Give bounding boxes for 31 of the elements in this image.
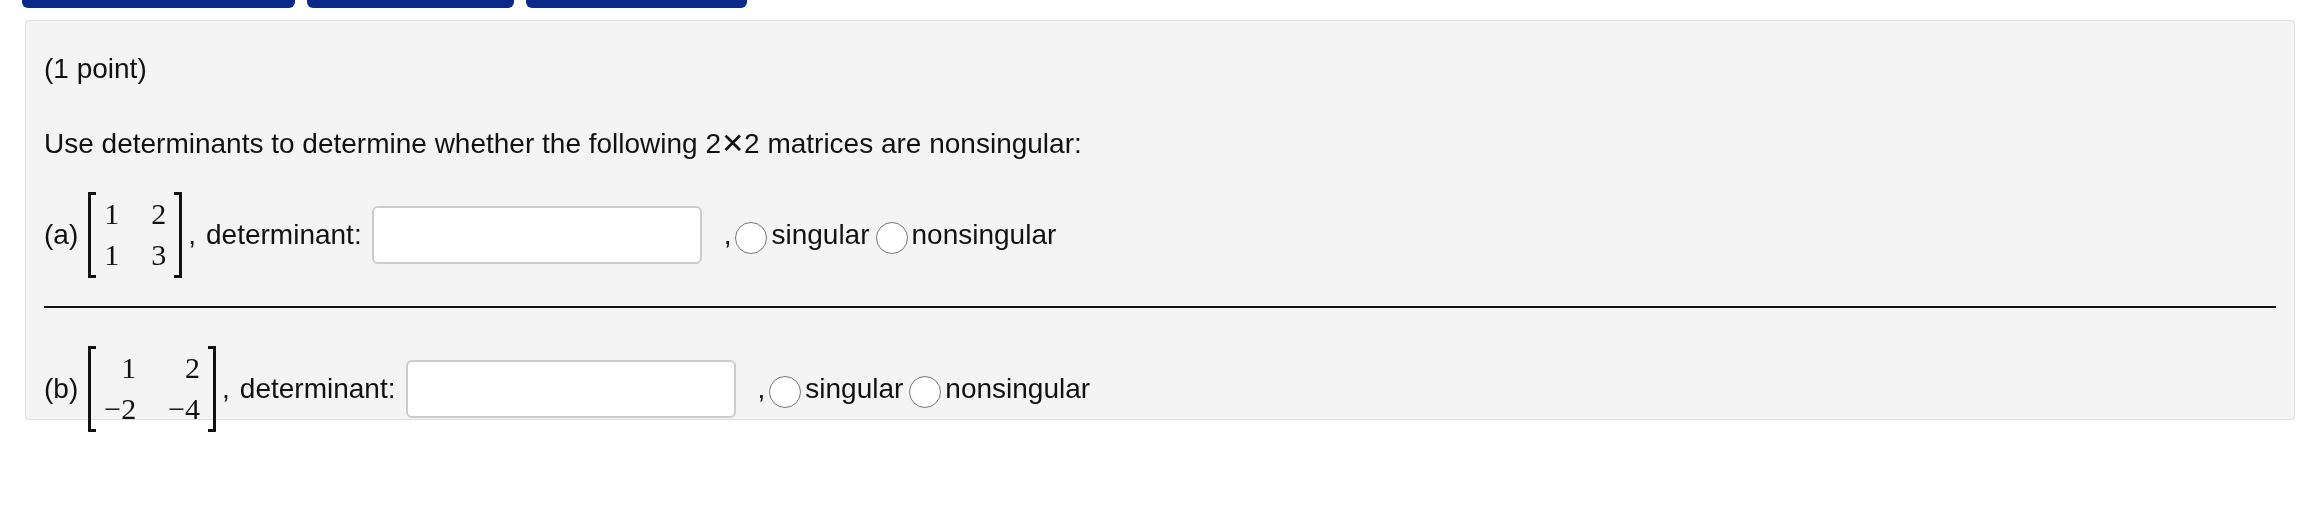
question-text: Use determinants to determine whether the following 2✕2 matrices are nonsingular: [44,127,1083,160]
part-label: (a) [44,219,79,251]
part-label: (b) [44,373,79,405]
determinant-label: determinant: [239,373,396,405]
radio-button[interactable] [769,376,802,408]
radio-button[interactable] [735,222,768,254]
comma: , [723,219,732,251]
option-label: nonsingular [911,219,1057,251]
matrix-entry: 1 [104,196,120,232]
determinant-field[interactable] [405,360,736,418]
matrix-entry: 1 [104,237,120,273]
matrix-entry: 3 [151,237,167,273]
comma: , [757,373,766,405]
radio-button[interactable] [909,376,942,408]
matrix-entry: −4 [168,391,201,427]
matrix-entry: 1 [120,350,137,386]
determinant-field[interactable] [371,206,702,264]
nav-button[interactable] [526,0,747,8]
comma: , [222,373,230,405]
option-label: singular [805,373,904,405]
option-label: singular [771,219,870,251]
nav-button[interactable] [22,0,295,8]
comma: , [188,219,196,251]
points-label: (1 point) [44,53,148,85]
radio-button[interactable] [875,222,908,254]
matrix-entry: 2 [151,196,167,232]
option-label: nonsingular [945,373,1091,405]
matrix-entry: 2 [184,350,201,386]
matrix-entry: −2 [104,391,137,427]
nav-button[interactable] [307,0,514,8]
determinant-label: determinant: [206,219,362,251]
